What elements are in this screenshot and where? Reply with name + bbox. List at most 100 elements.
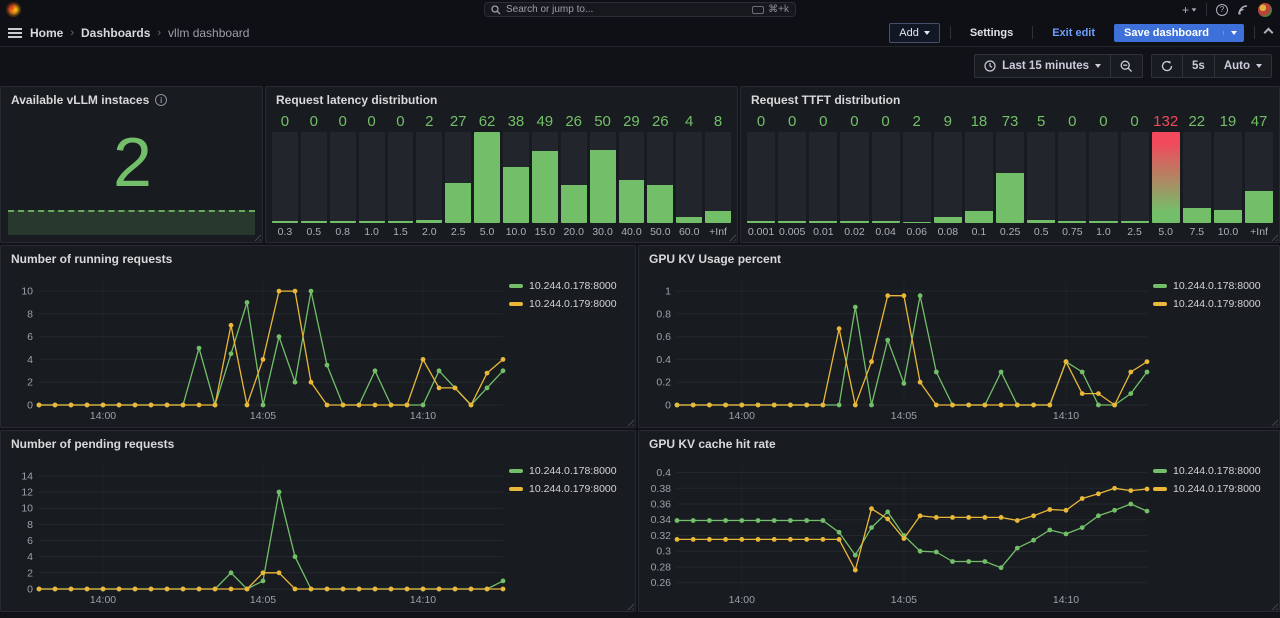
svg-text:6: 6 bbox=[27, 535, 33, 547]
histogram-bucket[interactable]: 5030.0 bbox=[590, 113, 616, 238]
svg-text:0.38: 0.38 bbox=[651, 483, 672, 495]
histogram-bucket[interactable]: 625.0 bbox=[474, 113, 500, 238]
zoom-out-button[interactable] bbox=[1110, 55, 1142, 77]
refresh-interval-label[interactable]: 5s bbox=[1182, 55, 1214, 77]
svg-text:8: 8 bbox=[27, 519, 33, 531]
histogram-bucket[interactable]: 20.06 bbox=[903, 113, 931, 238]
panel-title[interactable]: GPU KV cache hit rate bbox=[639, 431, 1279, 455]
histogram-bucket[interactable]: 00.005 bbox=[778, 113, 806, 238]
histogram-bucket[interactable]: 4915.0 bbox=[532, 113, 558, 238]
histogram-bucket[interactable]: 00.3 bbox=[272, 113, 298, 238]
exit-edit-button[interactable]: Exit edit bbox=[1043, 24, 1104, 42]
histogram-bucket[interactable]: 1325.0 bbox=[1152, 113, 1180, 238]
histogram-bucket[interactable]: 2650.0 bbox=[647, 113, 673, 238]
plot-area[interactable]: 024681014:0014:0514:10 bbox=[5, 272, 509, 423]
running-requests-chart[interactable]: 024681014:0014:0514:10 10.244.0.178:8000… bbox=[5, 272, 631, 423]
settings-button[interactable]: Settings bbox=[961, 24, 1022, 42]
panel-title[interactable]: Number of pending requests bbox=[1, 431, 635, 455]
histogram-bucket[interactable]: 460.0 bbox=[676, 113, 702, 238]
histogram-bucket[interactable]: 00.001 bbox=[747, 113, 775, 238]
breadcrumb-home[interactable]: Home bbox=[30, 26, 63, 40]
save-dashboard-button[interactable]: Save dashboard bbox=[1114, 24, 1244, 42]
bucket-value: 2 bbox=[903, 113, 931, 132]
bucket-label: 2.5 bbox=[445, 223, 471, 238]
histogram-bucket[interactable]: 01.0 bbox=[1089, 113, 1117, 238]
histogram-bucket[interactable]: 22.0 bbox=[416, 113, 442, 238]
series-name: 10.244.0.178:8000 bbox=[529, 465, 617, 477]
refresh-group: 5s Auto bbox=[1151, 54, 1272, 78]
legend-item[interactable]: 10.244.0.179:8000 bbox=[1153, 483, 1275, 495]
time-range-picker[interactable]: Last 15 minutes bbox=[975, 55, 1110, 77]
histogram-bucket[interactable]: 01.5 bbox=[388, 113, 414, 238]
save-options-caret[interactable] bbox=[1223, 31, 1244, 35]
histogram-bucket[interactable]: 00.04 bbox=[872, 113, 900, 238]
legend-item[interactable]: 10.244.0.178:8000 bbox=[1153, 280, 1275, 292]
search-input[interactable]: Search or jump to... ⌘+k bbox=[484, 2, 796, 17]
bucket-value: 73 bbox=[996, 113, 1024, 132]
panel-title[interactable]: GPU KV Usage percent bbox=[639, 246, 1279, 270]
menu-icon[interactable] bbox=[8, 28, 22, 38]
histogram-bucket[interactable]: 8+Inf bbox=[705, 113, 731, 238]
histogram-bucket[interactable]: 00.01 bbox=[809, 113, 837, 238]
histogram-bucket[interactable]: 272.5 bbox=[445, 113, 471, 238]
stat-body[interactable]: 2 bbox=[5, 111, 258, 238]
legend-item[interactable]: 10.244.0.178:8000 bbox=[509, 280, 631, 292]
add-button[interactable]: Add bbox=[889, 23, 940, 43]
histogram-bucket[interactable]: 47+Inf bbox=[1245, 113, 1273, 238]
histogram-bucket[interactable]: 2620.0 bbox=[561, 113, 587, 238]
bucket-bar bbox=[301, 132, 327, 223]
histogram-bucket[interactable]: 00.8 bbox=[330, 113, 356, 238]
series-name: 10.244.0.178:8000 bbox=[1173, 280, 1261, 292]
panel-cache-hit-rate: GPU KV cache hit rate 0.260.280.30.320.3… bbox=[638, 430, 1280, 612]
pending-requests-chart[interactable]: 0246810121414:0014:0514:10 10.244.0.178:… bbox=[5, 457, 631, 607]
legend-item[interactable]: 10.244.0.178:8000 bbox=[1153, 465, 1275, 477]
add-new-icon[interactable]: + bbox=[1182, 4, 1197, 16]
grafana-dashboard: Search or jump to... ⌘+k + ? H bbox=[0, 0, 1280, 618]
kv-usage-chart[interactable]: 00.20.40.60.8114:0014:0514:10 10.244.0.1… bbox=[643, 272, 1275, 423]
histogram-bucket[interactable]: 02.5 bbox=[1121, 113, 1149, 238]
histogram-bucket[interactable]: 1910.0 bbox=[1214, 113, 1242, 238]
chevron-right-icon: › bbox=[157, 27, 161, 39]
auto-refresh-picker[interactable]: Auto bbox=[1214, 55, 1271, 77]
legend-item[interactable]: 10.244.0.178:8000 bbox=[509, 465, 631, 477]
histogram-bucket[interactable]: 00.02 bbox=[840, 113, 868, 238]
histogram-bucket[interactable]: 3810.0 bbox=[503, 113, 529, 238]
bucket-value: 0 bbox=[747, 113, 775, 132]
histogram-bucket[interactable]: 730.25 bbox=[996, 113, 1024, 238]
latency-histogram[interactable]: 00.300.500.801.001.522.0272.5625.03810.0… bbox=[272, 113, 731, 238]
info-icon[interactable]: i bbox=[155, 94, 167, 106]
plot-area[interactable]: 0246810121414:0014:0514:10 bbox=[5, 457, 509, 607]
panel-title[interactable]: Available vLLM instaces i bbox=[1, 87, 262, 111]
ttft-histogram[interactable]: 00.00100.00500.0100.0200.0420.0690.08180… bbox=[747, 113, 1273, 238]
chevron-right-icon: › bbox=[70, 27, 74, 39]
legend-item[interactable]: 10.244.0.179:8000 bbox=[509, 483, 631, 495]
histogram-bucket[interactable]: 2940.0 bbox=[619, 113, 645, 238]
breadcrumb-dashboards[interactable]: Dashboards bbox=[81, 26, 150, 40]
legend-item[interactable]: 10.244.0.179:8000 bbox=[1153, 298, 1275, 310]
plot-area[interactable]: 0.260.280.30.320.340.360.380.414:0014:05… bbox=[643, 457, 1153, 607]
collapse-toolbar-icon[interactable] bbox=[1264, 28, 1274, 38]
legend-item[interactable]: 10.244.0.179:8000 bbox=[509, 298, 631, 310]
divider bbox=[1032, 26, 1033, 39]
refresh-button[interactable] bbox=[1152, 55, 1182, 77]
histogram-bucket[interactable]: 00.75 bbox=[1058, 113, 1086, 238]
plot-area[interactable]: 00.20.40.60.8114:0014:0514:10 bbox=[643, 272, 1153, 423]
histogram-bucket[interactable]: 227.5 bbox=[1183, 113, 1211, 238]
time-toolbar: Last 15 minutes 5s Auto bbox=[0, 48, 1280, 84]
help-icon[interactable]: ? bbox=[1216, 4, 1228, 16]
histogram-bucket[interactable]: 50.5 bbox=[1027, 113, 1055, 238]
histogram-bucket[interactable]: 01.0 bbox=[359, 113, 385, 238]
avatar[interactable] bbox=[1258, 3, 1272, 17]
panel-title[interactable]: Request TTFT distribution bbox=[741, 87, 1279, 111]
panel-title[interactable]: Number of running requests bbox=[1, 246, 635, 270]
cache-hit-rate-chart[interactable]: 0.260.280.30.320.340.360.380.414:0014:05… bbox=[643, 457, 1275, 607]
bucket-value: 0 bbox=[1058, 113, 1086, 132]
bucket-value: 0 bbox=[359, 113, 385, 132]
panel-title[interactable]: Request latency distribution bbox=[266, 87, 737, 111]
bucket-label: 20.0 bbox=[561, 223, 587, 238]
grafana-logo[interactable] bbox=[6, 2, 21, 17]
histogram-bucket[interactable]: 00.5 bbox=[301, 113, 327, 238]
histogram-bucket[interactable]: 180.1 bbox=[965, 113, 993, 238]
news-icon[interactable] bbox=[1237, 4, 1249, 16]
histogram-bucket[interactable]: 90.08 bbox=[934, 113, 962, 238]
